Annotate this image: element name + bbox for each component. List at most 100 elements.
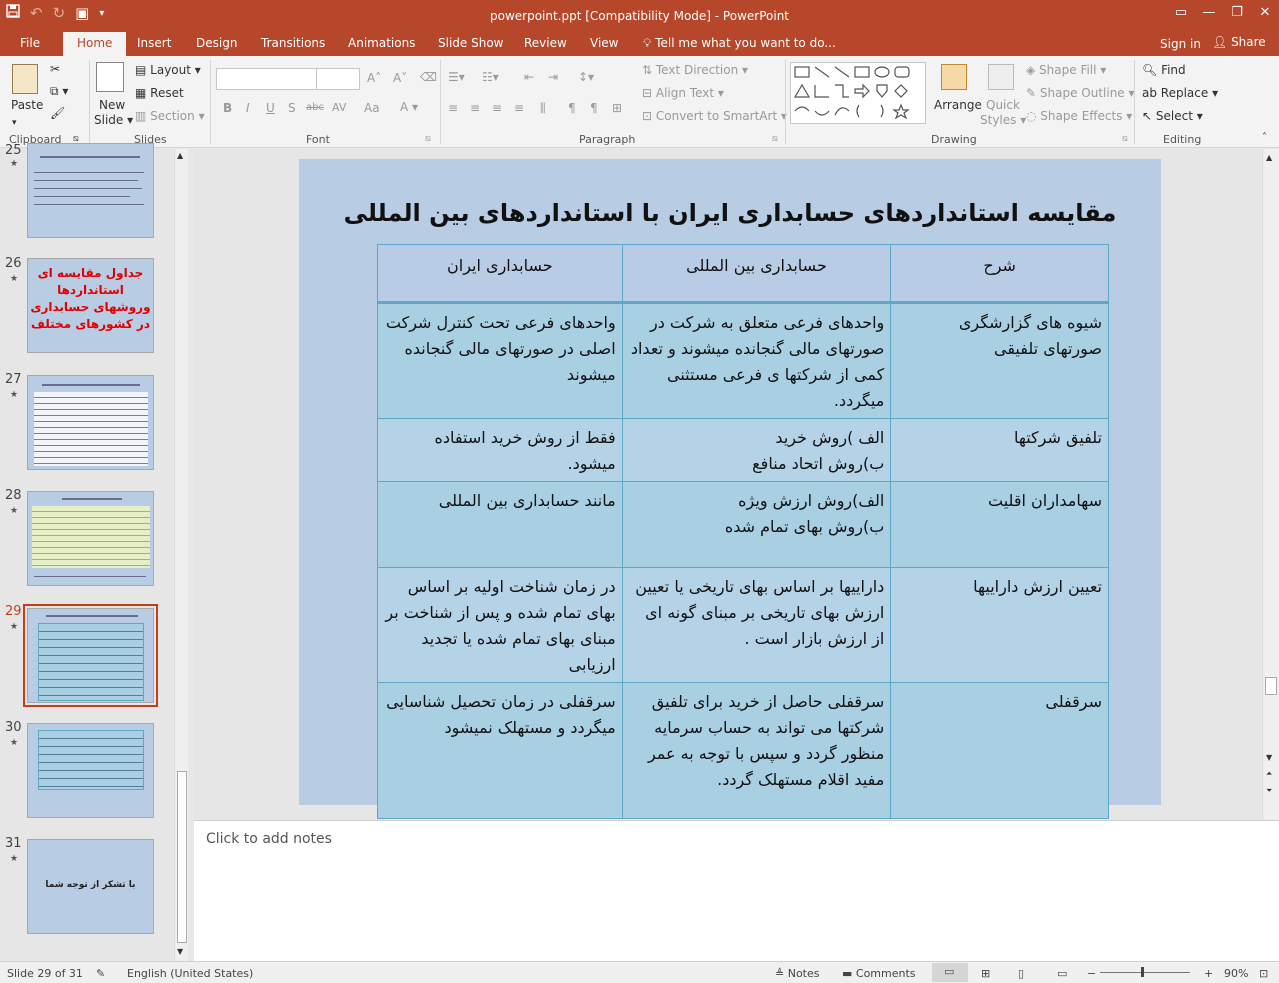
language-indicator[interactable]: English (United States) xyxy=(127,967,253,980)
restore-icon[interactable]: ❐ xyxy=(1223,0,1251,24)
columns-icon[interactable]: ⫼ xyxy=(540,101,546,116)
fit-to-window-icon[interactable]: ⊡ xyxy=(1259,967,1268,980)
smartart-button[interactable]: ⊡ Convert to SmartArt ▾ xyxy=(642,109,787,123)
new-slide-button[interactable]: Slide ▾ xyxy=(94,113,133,127)
spellcheck-icon[interactable]: ✎ xyxy=(96,967,105,980)
tab-design[interactable]: Design xyxy=(196,36,237,50)
table-cell[interactable]: الف)روش ارزش ویژه ب)روش بهای تمام شده xyxy=(621,481,892,568)
section-button[interactable]: ▥ Section ▾ xyxy=(135,109,205,123)
tell-me-box[interactable]: 💡︎ Tell me what you want to do... xyxy=(643,36,836,51)
ribbon-display-icon[interactable]: ▭ xyxy=(1167,0,1195,24)
shape-outline-button[interactable]: ✎ Shape Outline ▾ xyxy=(1026,86,1135,100)
table-cell[interactable]: در زمان شناخت اولیه بر اساس بهای تمام شد… xyxy=(377,567,623,683)
table-cell[interactable]: واحدهای فرعی متعلق به شرکت در صورتهای ما… xyxy=(621,302,892,419)
slide-thumbnail[interactable]: با تشکر از توجه شما xyxy=(27,839,154,934)
tab-file[interactable]: File xyxy=(20,36,40,50)
scroll-up-icon[interactable]: ▲ xyxy=(1266,153,1272,162)
slide-thumbnail[interactable] xyxy=(27,143,154,238)
table-cell[interactable]: الف )روش خرید ب)روش اتحاد منافع xyxy=(621,418,892,482)
slideshow-view-icon[interactable]: ▭ xyxy=(1057,967,1067,980)
paragraph-launcher-icon[interactable]: ⧅ xyxy=(772,134,778,144)
bold-button[interactable]: B xyxy=(223,101,232,115)
sign-in-link[interactable]: Sign in xyxy=(1160,37,1201,51)
bullets-icon[interactable]: ☰▾ xyxy=(448,70,465,84)
ltr-icon[interactable]: ¶ xyxy=(590,101,598,115)
tab-animations[interactable]: Animations xyxy=(348,36,415,50)
text-direction-button[interactable]: ⇅ Text Direction ▾ xyxy=(642,63,748,77)
scrollbar-thumb[interactable] xyxy=(1265,677,1277,695)
table-cell[interactable]: تلفیق شرکتها xyxy=(890,418,1109,482)
notes-toggle[interactable]: ≜ Notes xyxy=(775,967,820,980)
shape-effects-button[interactable]: ◌ Shape Effects ▾ xyxy=(1026,109,1132,123)
table-cell[interactable]: تعیین ارزش داراییها xyxy=(890,567,1109,683)
table-cell[interactable]: شیوه های گزارشگری صورتهای تلفیقی xyxy=(890,302,1109,419)
table-header-cell[interactable]: حسابداری ایران xyxy=(377,244,623,303)
slide-sorter-icon[interactable]: ⊞ xyxy=(981,967,990,980)
reading-view-icon[interactable]: ▯ xyxy=(1018,967,1024,980)
find-button[interactable]: 🔍︎ Find xyxy=(1142,63,1186,77)
table-cell[interactable]: فقط از روش خرید استفاده میشود. xyxy=(377,418,623,482)
quick-styles-icon[interactable] xyxy=(988,64,1014,90)
paste-dropdown-icon[interactable]: ▾ xyxy=(12,118,17,128)
arrange-button[interactable]: Arrange xyxy=(934,98,982,112)
tab-insert[interactable]: Insert xyxy=(137,36,171,50)
slide-thumbnail[interactable] xyxy=(27,723,154,818)
zoom-out-icon[interactable]: − xyxy=(1087,967,1096,980)
table-header-cell[interactable]: حسابداری بین المللی xyxy=(621,244,892,303)
shape-fill-button[interactable]: ◈ Shape Fill ▾ xyxy=(1026,63,1106,77)
slide-scrollbar[interactable]: ▲ ▼ ⏶ ⏷ xyxy=(1262,149,1279,819)
quick-styles-button[interactable]: Styles ▾ xyxy=(980,113,1026,127)
align-right-icon[interactable]: ≡ xyxy=(492,101,502,115)
font-color-icon[interactable]: A ▾ xyxy=(400,100,418,114)
scrollbar-thumb[interactable] xyxy=(177,771,187,943)
font-launcher-icon[interactable]: ⧅ xyxy=(425,134,431,144)
tab-home[interactable]: Home xyxy=(63,32,127,56)
replace-button[interactable]: ab Replace ▾ xyxy=(1142,86,1218,100)
slide-thumbnail[interactable] xyxy=(27,375,154,470)
table-cell[interactable]: داراییها بر اساس بهای تاریخی یا تعیین ار… xyxy=(621,567,892,683)
table-cell[interactable]: مانند حسابداری بین المللی xyxy=(377,481,623,568)
zoom-slider-track[interactable] xyxy=(1100,972,1190,973)
share-button[interactable]: 👤︎ Share xyxy=(1212,35,1266,49)
change-case-button[interactable]: Aa xyxy=(364,101,380,115)
minimize-icon[interactable]: — xyxy=(1195,0,1223,24)
font-size-combobox[interactable] xyxy=(316,69,360,89)
scroll-down-icon[interactable]: ▼ xyxy=(177,947,183,956)
layout-button[interactable]: ▤ Layout ▾ xyxy=(135,63,201,77)
previous-slide-icon[interactable]: ⏶ xyxy=(1266,769,1272,779)
select-button[interactable]: ↖ Select ▾ xyxy=(1142,109,1203,123)
zoom-in-icon[interactable]: + xyxy=(1204,967,1213,980)
layout-options-icon[interactable]: ⊞ xyxy=(612,101,622,115)
tab-view[interactable]: View xyxy=(590,36,618,50)
align-left-icon[interactable]: ≡ xyxy=(448,101,458,115)
character-spacing-button[interactable]: AV xyxy=(332,101,346,114)
table-cell[interactable]: واحدهای فرعی تحت کنترل شرکت اصلی در صورت… xyxy=(377,302,623,419)
tab-slideshow[interactable]: Slide Show xyxy=(438,36,503,50)
underline-button[interactable]: U xyxy=(266,101,275,115)
table-cell[interactable]: سرقفلی xyxy=(890,682,1109,819)
clear-formatting-icon[interactable]: ⌫ xyxy=(420,70,437,84)
drawing-launcher-icon[interactable]: ⧅ xyxy=(1122,134,1128,144)
paste-button[interactable]: Paste xyxy=(11,98,43,112)
format-painter-icon[interactable]: 🖌︎ xyxy=(50,106,65,120)
table-cell[interactable]: سهامداران اقلیت xyxy=(890,481,1109,568)
decrease-font-icon[interactable]: A˅ xyxy=(393,71,407,85)
new-slide-icon[interactable] xyxy=(96,62,124,92)
numbering-icon[interactable]: ☷▾ xyxy=(482,70,499,84)
zoom-slider-thumb[interactable] xyxy=(1141,967,1144,977)
rtl-icon[interactable]: ¶ xyxy=(568,101,576,115)
italic-button[interactable]: I xyxy=(246,101,250,115)
arrange-icon[interactable] xyxy=(941,64,967,90)
increase-font-icon[interactable]: A˄ xyxy=(367,71,381,85)
slide-thumbnail[interactable]: جداول مقایسه ای استانداردها وروشهای حساب… xyxy=(27,258,154,353)
shapes-gallery[interactable] xyxy=(790,62,926,124)
scroll-up-icon[interactable]: ▲ xyxy=(177,151,183,160)
notes-pane[interactable]: Click to add notes xyxy=(194,820,1279,961)
table-cell[interactable]: سرقفلی در زمان تحصیل شناسایی میگردد و مس… xyxy=(377,682,623,819)
normal-view-button[interactable]: ▭ xyxy=(932,963,968,982)
decrease-indent-icon[interactable]: ⇤ xyxy=(524,70,534,84)
zoom-level[interactable]: 90% xyxy=(1224,967,1248,980)
scroll-down-icon[interactable]: ▼ xyxy=(1266,753,1272,762)
line-spacing-icon[interactable]: ↕▾ xyxy=(578,70,594,84)
slide-thumbnail-current[interactable] xyxy=(23,604,158,707)
